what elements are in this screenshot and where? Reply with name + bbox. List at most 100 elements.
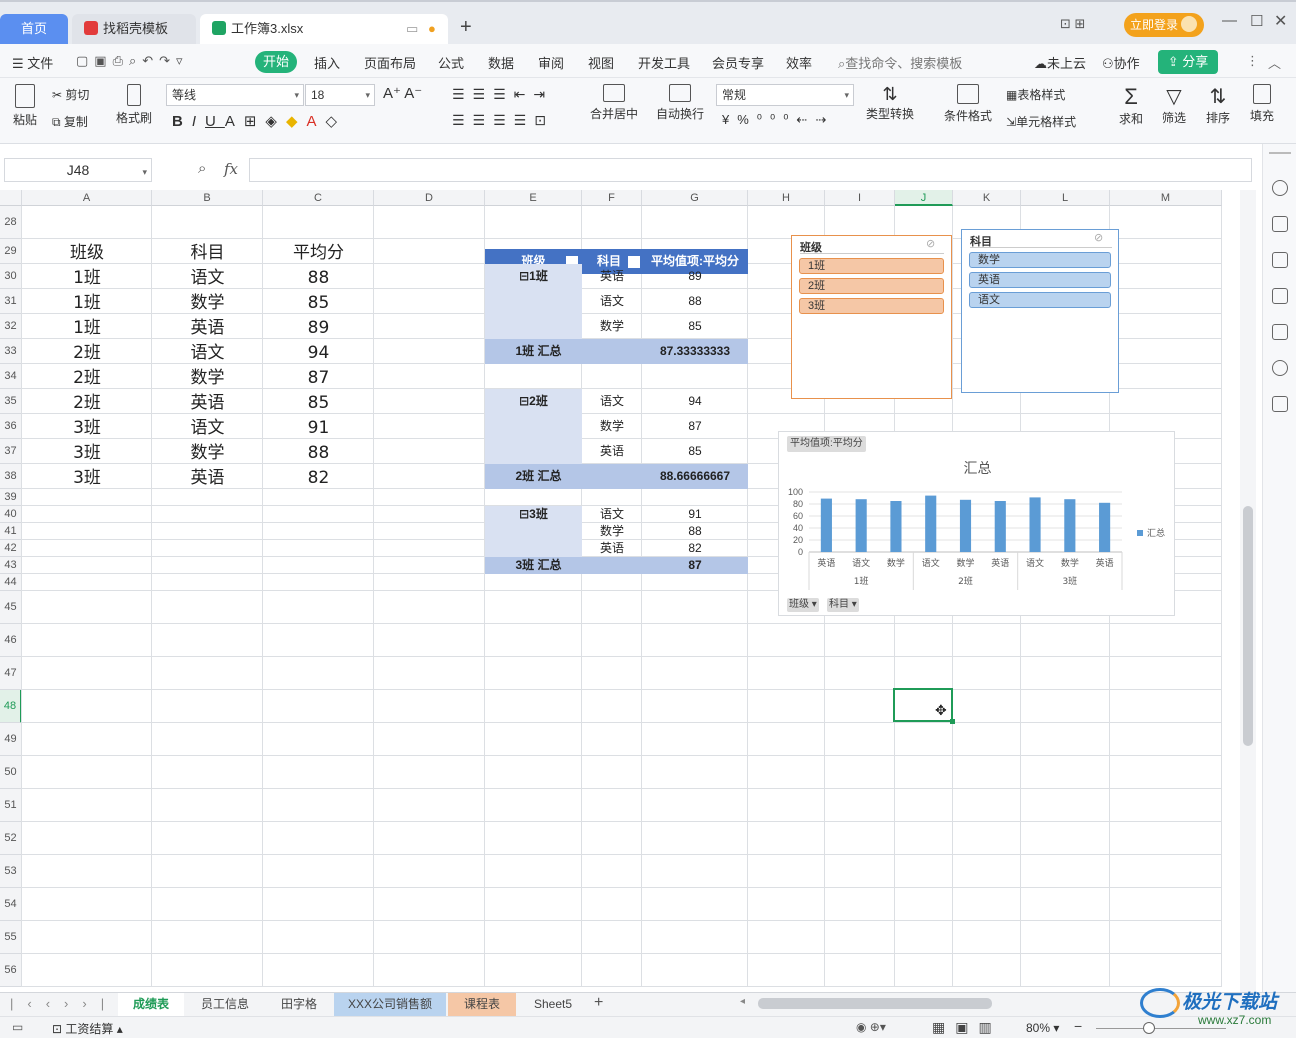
row-header[interactable]: 35 xyxy=(0,389,22,414)
pivot-value-cell[interactable]: 94 xyxy=(642,389,748,414)
fx-icon[interactable]: fx xyxy=(224,160,238,178)
row-header[interactable]: 54 xyxy=(0,888,22,921)
row-header[interactable]: 56 xyxy=(0,954,22,987)
column-header[interactable]: L xyxy=(1021,190,1110,206)
pivot-group-label[interactable]: ⊟3班 xyxy=(485,506,582,523)
column-header[interactable]: I xyxy=(825,190,895,206)
add-sheet-button[interactable]: + xyxy=(594,994,603,1012)
table-header-cell[interactable]: 班级 xyxy=(22,241,152,266)
clear-filter-icon[interactable]: ⊘ xyxy=(1094,231,1103,244)
minimize-button[interactable]: — xyxy=(1222,12,1237,29)
column-header[interactable]: H xyxy=(748,190,825,206)
pivot-value-cell[interactable]: 87 xyxy=(642,414,748,439)
pivot-group-label[interactable]: ⊟1班 xyxy=(485,264,582,289)
slicer-item[interactable]: 英语 xyxy=(969,272,1111,288)
pivot-value-cell[interactable]: 91 xyxy=(642,506,748,523)
table-cell[interactable]: 语文 xyxy=(152,341,263,366)
table-cell[interactable]: 语文 xyxy=(152,416,263,441)
row-header[interactable]: 33 xyxy=(0,339,22,364)
sheet-tab[interactable]: 员工信息 xyxy=(188,993,262,1016)
table-header-cell[interactable]: 平均分 xyxy=(263,241,374,266)
column-header[interactable]: G xyxy=(642,190,748,206)
type-convert-button[interactable]: ⇅ 类型转换 xyxy=(860,84,920,122)
row-header[interactable]: 45 xyxy=(0,591,22,624)
row-header[interactable]: 38 xyxy=(0,464,22,489)
pivot-subject-cell[interactable]: 英语 xyxy=(582,540,642,557)
vertical-scrollbar[interactable] xyxy=(1240,190,1256,992)
table-cell[interactable]: 2班 xyxy=(22,341,152,366)
row-header[interactable]: 31 xyxy=(0,289,22,314)
row-header[interactable]: 52 xyxy=(0,822,22,855)
font-grow-shrink-icons[interactable]: A⁺ A⁻ xyxy=(383,84,422,102)
more-icon[interactable]: ⋮ xyxy=(1246,53,1259,69)
pivot-value-cell[interactable]: 89 xyxy=(642,264,748,289)
column-header[interactable]: J xyxy=(895,190,953,206)
slicer-item[interactable]: 语文 xyxy=(969,292,1111,308)
row-header[interactable]: 40 xyxy=(0,506,22,523)
row-header[interactable]: 42 xyxy=(0,540,22,557)
macro-status[interactable]: ⊡ 工资结算 ▴ xyxy=(52,1020,123,1037)
table-cell[interactable]: 数学 xyxy=(152,366,263,391)
eye-icon[interactable]: ◉ ⊕▾ xyxy=(856,1020,886,1034)
maximize-button[interactable]: ☐ xyxy=(1250,12,1263,30)
table-cell[interactable]: 3班 xyxy=(22,466,152,491)
column-header[interactable]: E xyxy=(485,190,582,206)
column-header[interactable]: F xyxy=(582,190,642,206)
pivot-value-cell[interactable]: 85 xyxy=(642,439,748,464)
sliders-icon[interactable] xyxy=(1272,252,1288,268)
slicer-subject[interactable]: 科目 ⊘ 数学 英语 语文 xyxy=(961,229,1119,393)
row-header[interactable]: 28 xyxy=(0,206,22,239)
slicer-item[interactable]: 3班 xyxy=(799,298,944,314)
pivot-chart[interactable]: 平均值项:平均分 汇总 100 80 60 40 20 0 英语 语文 数学 语文 数学 英语 语文 数学… xyxy=(778,431,1175,616)
pivot-subject-cell[interactable]: 数学 xyxy=(582,314,642,339)
collapse-ribbon-icon[interactable]: ︿ xyxy=(1268,53,1281,72)
row-header[interactable]: 44 xyxy=(0,574,22,591)
column-header[interactable]: C xyxy=(263,190,374,206)
chart-filter-subject[interactable]: 科目 ▾ xyxy=(827,598,859,612)
table-cell[interactable]: 2班 xyxy=(22,366,152,391)
font-size-select[interactable]: 18 ▾ xyxy=(305,84,375,106)
row-header[interactable]: 34 xyxy=(0,364,22,389)
compass-icon[interactable] xyxy=(1272,360,1288,376)
pivot-total-value[interactable]: 87.33333333 xyxy=(642,339,748,364)
pivot-total-value[interactable]: 88.66666667 xyxy=(642,464,748,489)
table-cell[interactable]: 数学 xyxy=(152,441,263,466)
pointer-icon[interactable] xyxy=(1272,216,1288,232)
slicer-class[interactable]: 班级 ⊘ 1班 2班 3班 xyxy=(791,235,952,399)
font-name-select[interactable]: 等线 ▾ xyxy=(166,84,304,106)
column-header[interactable]: A xyxy=(22,190,152,206)
rocket-icon[interactable] xyxy=(1272,180,1288,196)
tab-workbook[interactable]: 工作簿3.xlsx ▭ ● xyxy=(200,14,448,44)
quick-access-icons[interactable]: ▢▣⎙⌕↶↷▿ xyxy=(76,53,189,69)
table-cell[interactable]: 英语 xyxy=(152,466,263,491)
pivot-total-label[interactable]: 1班 汇总 xyxy=(485,339,592,364)
menu-page-layout[interactable]: 页面布局 xyxy=(364,53,416,72)
hscroll-left-icon[interactable]: ◂ xyxy=(740,996,745,1007)
table-cell[interactable]: 89 xyxy=(263,316,374,341)
table-cell[interactable]: 3班 xyxy=(22,441,152,466)
row-header[interactable]: 39 xyxy=(0,489,22,506)
command-search[interactable]: ⌕查找命令、搜索模板 xyxy=(838,53,962,72)
table-cell[interactable]: 85 xyxy=(263,291,374,316)
slicer-item[interactable]: 2班 xyxy=(799,278,944,294)
login-button[interactable]: 立即登录 xyxy=(1124,13,1204,37)
close-button[interactable]: ✕ xyxy=(1274,11,1287,31)
row-header[interactable]: 29 xyxy=(0,239,22,264)
pivot-value-cell[interactable]: 88 xyxy=(642,289,748,314)
table-cell[interactable]: 94 xyxy=(263,341,374,366)
name-box[interactable]: J48 ▾ xyxy=(4,158,152,182)
fill-button[interactable]: 填充 xyxy=(1244,84,1280,124)
row-header[interactable]: 55 xyxy=(0,921,22,954)
align-icons[interactable]: ☰☰☰⇤⇥ xyxy=(452,86,553,103)
menu-start[interactable]: 开始 xyxy=(255,51,297,73)
table-style-button[interactable]: ▦表格样式 xyxy=(1006,86,1065,103)
formula-input[interactable] xyxy=(249,158,1252,182)
menu-developer[interactable]: 开发工具 xyxy=(638,53,690,72)
slicer-item[interactable]: 1班 xyxy=(799,258,944,274)
sheet-tab[interactable]: 田字格 xyxy=(266,993,332,1016)
sort-button[interactable]: ⇅ 排序 xyxy=(1200,84,1236,126)
table-cell[interactable]: 1班 xyxy=(22,291,152,316)
zoom-out-button[interactable]: − xyxy=(1074,1018,1082,1034)
row-header[interactable]: 30 xyxy=(0,264,22,289)
menu-view[interactable]: 视图 xyxy=(588,53,614,72)
